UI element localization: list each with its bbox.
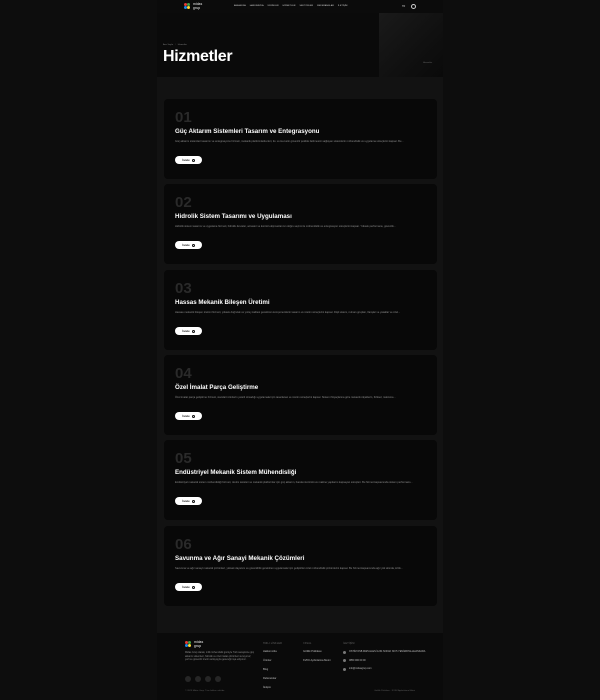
service-card: 01 Güç Aktarım Sistemleri Tasarım ve Ent… <box>164 99 437 179</box>
footer-quick-links: Hakkımızda Ürünler Blog Referanslar İlet… <box>263 650 277 689</box>
service-detail-button[interactable]: İncele <box>175 156 202 164</box>
nav-item[interactable]: İLETİŞİM <box>338 5 348 7</box>
nav-item[interactable]: HAKKIMIZDA <box>250 5 264 7</box>
logo-mark <box>187 6 190 9</box>
service-description: Savunma ve ağır sanayi mekanik çözümleri… <box>175 567 403 570</box>
button-label: İncele <box>182 414 190 418</box>
button-label: İncele <box>182 329 190 333</box>
service-title[interactable]: Özel İmalat Parça Geliştirme <box>175 384 258 391</box>
footer-bottom-bar: © 2025 Midas Grup. Tüm hakları saklıdır.… <box>185 690 415 692</box>
page-title: Hizmetler <box>163 48 233 65</box>
service-number: 03 <box>175 280 192 297</box>
nav-item[interactable]: REFERANSLAR <box>317 5 334 7</box>
service-card: 04 Özel İmalat Parça Geliştirme Özel ima… <box>164 355 437 435</box>
contact-email[interactable]: info@midasgrup.com <box>343 667 433 671</box>
logo-text: midas grup <box>193 2 203 10</box>
nav-item[interactable]: ANASAYFA <box>234 5 246 7</box>
service-number: 01 <box>175 109 192 126</box>
footer-link[interactable]: Gizlilik Politikası <box>303 650 331 653</box>
youtube-icon[interactable] <box>215 676 221 682</box>
service-description: Güç aktarım sistemleri tasarımı ve enteg… <box>175 140 404 143</box>
contact-address: OSTİM OSB MAHALLESİ 1234 SOKAK NO:5 YENİ… <box>343 650 433 654</box>
breadcrumb-home[interactable]: Ana Sayfa <box>163 44 173 46</box>
footer-link[interactable]: Blog <box>263 668 277 671</box>
arrow-circle-icon <box>191 414 195 418</box>
main-nav: ANASAYFA HAKKIMIZDA ÜRÜNLER HİZMETLER SE… <box>234 5 347 7</box>
footer-link[interactable]: İletişim <box>263 686 277 689</box>
arrow-circle-icon <box>191 329 195 333</box>
footer-link[interactable]: Hakkımızda <box>263 650 277 653</box>
hero-decoration <box>379 13 443 77</box>
service-description: Hidrolik sistem tasarımı ve uygulama hiz… <box>175 225 396 228</box>
nav-item[interactable]: SEKTÖRLER <box>299 5 313 7</box>
footer-col-title: YASAL <box>303 642 312 645</box>
service-detail-button[interactable]: İncele <box>175 327 202 335</box>
address-text: OSTİM OSB MAHALLESİ 1234 SOKAK NO:5 YENİ… <box>349 650 426 653</box>
service-card: 06 Savunma ve Ağır Sanayi Mekanik Çözüml… <box>164 526 437 606</box>
location-icon <box>343 650 346 654</box>
social-links <box>185 676 221 682</box>
email-text: info@midasgrup.com <box>349 667 372 670</box>
copyright-text: © 2025 Midas Grup. Tüm hakları saklıdır. <box>185 690 225 692</box>
breadcrumb: Ana Sayfa / Hizmetler <box>163 44 187 46</box>
facebook-icon[interactable] <box>195 676 201 682</box>
service-title[interactable]: Hidrolik Sistem Tasarımı ve Uygulaması <box>175 213 292 220</box>
service-description: Endüstriyel mekanik sistem mühendisliği … <box>175 481 413 484</box>
logo-text: midas grup <box>194 640 204 648</box>
phone-icon <box>343 659 346 662</box>
service-number: 02 <box>175 194 192 211</box>
footer-legal-links: Gizlilik Politikası KVKK Aydınlatma Metn… <box>303 650 331 662</box>
footer-link[interactable]: Referanslar <box>263 677 277 680</box>
service-description: Özel imalat parça geliştirme hizmeti, st… <box>175 396 396 399</box>
service-number: 06 <box>175 536 192 553</box>
service-detail-button[interactable]: İncele <box>175 412 202 420</box>
service-description: Hassas mekanik bileşen üretimi hizmeti, … <box>175 311 401 314</box>
button-label: İncele <box>182 243 190 247</box>
footer-logo[interactable]: midas grup <box>185 640 205 649</box>
footer-contact: OSTİM OSB MAHALLESİ 1234 SOKAK NO:5 YENİ… <box>343 650 433 671</box>
footer-col-title: HIZLI LİNKLER <box>263 642 283 645</box>
service-number: 05 <box>175 450 192 467</box>
hero-side-label: Hizmetler <box>423 62 433 64</box>
service-card: 02 Hidrolik Sistem Tasarımı ve Uygulamas… <box>164 184 437 264</box>
phone-text: 0850 000 00 00 <box>349 658 366 662</box>
search-icon[interactable] <box>411 4 416 9</box>
nav-item[interactable]: ÜRÜNLER <box>268 5 279 7</box>
service-card: 03 Hassas Mekanik Bileşen Üretimi Hassas… <box>164 270 437 350</box>
linkedin-icon[interactable] <box>205 676 211 682</box>
contact-phone[interactable]: 0850 000 00 00 <box>343 658 433 662</box>
service-detail-button[interactable]: İncele <box>175 497 202 505</box>
service-card: 05 Endüstriyel Mekanik Sistem Mühendisli… <box>164 440 437 520</box>
arrow-circle-icon <box>191 243 195 247</box>
button-label: İncele <box>182 499 190 503</box>
language-switch[interactable]: TR <box>402 5 405 8</box>
button-label: İncele <box>182 158 190 162</box>
footer-col-title: İLETİŞİM <box>343 642 355 645</box>
arrow-circle-icon <box>191 158 195 162</box>
nav-item[interactable]: HİZMETLER <box>283 5 296 7</box>
breadcrumb-current: Hizmetler <box>177 44 187 46</box>
service-title[interactable]: Savunma ve Ağır Sanayi Mekanik Çözümleri <box>175 555 304 562</box>
site-logo[interactable]: midas grup <box>184 2 206 12</box>
page-hero <box>157 13 443 77</box>
instagram-icon[interactable] <box>185 676 191 682</box>
mail-icon <box>343 667 346 671</box>
service-detail-button[interactable]: İncele <box>175 241 202 249</box>
footer-link[interactable]: KVKK Aydınlatma Metni <box>303 659 331 662</box>
service-title[interactable]: Endüstriyel Mekanik Sistem Mühendisliği <box>175 469 296 476</box>
arrow-circle-icon <box>191 499 195 503</box>
footer-description: Midas Grup olarak, milli mühendislik güc… <box>185 651 255 662</box>
service-title[interactable]: Güç Aktarım Sistemleri Tasarım ve Entegr… <box>175 128 319 135</box>
service-number: 04 <box>175 365 192 382</box>
footer-bottom-links[interactable]: Gizlilik Politikası · KVKK Aydınlatma Me… <box>374 690 415 692</box>
arrow-circle-icon <box>191 585 195 589</box>
button-label: İncele <box>182 585 190 589</box>
service-title[interactable]: Hassas Mekanik Bileşen Üretimi <box>175 299 270 306</box>
service-detail-button[interactable]: İncele <box>175 583 202 591</box>
logo-mark <box>188 644 191 647</box>
footer-link[interactable]: Ürünler <box>263 659 277 662</box>
